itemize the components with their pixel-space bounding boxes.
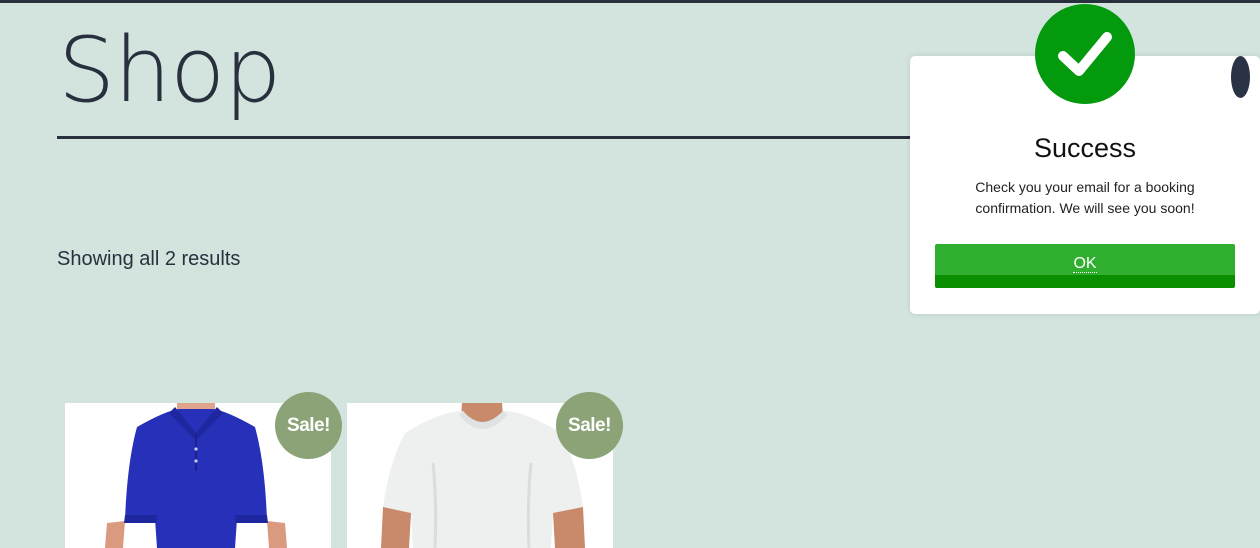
sale-badge: Sale! [556, 392, 623, 459]
modal-title: Success [1033, 133, 1137, 163]
result-count: Showing all 2 results [57, 248, 241, 270]
ok-button-label: OK [1073, 255, 1097, 273]
close-icon[interactable] [1231, 56, 1250, 98]
top-border [0, 0, 1260, 3]
sale-badge: Sale! [275, 392, 342, 459]
checkmark-icon [1035, 4, 1135, 104]
modal-message: Check you your email for a booking confi… [975, 179, 1195, 216]
page-title: Shop [58, 18, 281, 123]
ok-button[interactable]: OK [935, 244, 1235, 288]
title-divider [57, 136, 917, 139]
